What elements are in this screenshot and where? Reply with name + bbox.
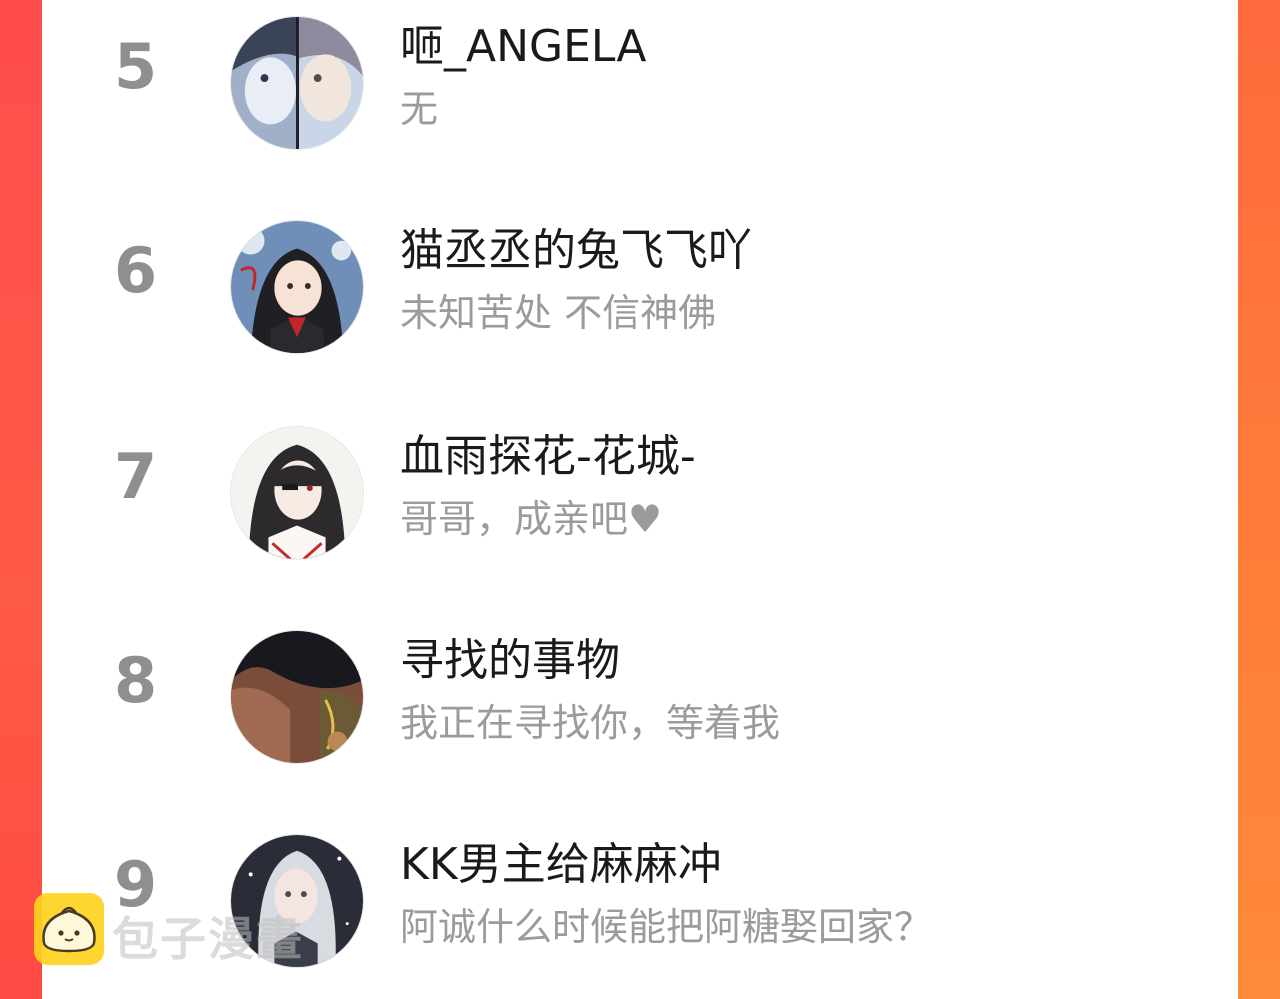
user-name[interactable]: KK男主给麻麻冲 [400, 839, 722, 891]
list-item[interactable]: 6 猫丞丞的兔飞飞吖 未知苦处 不信神佛 [42, 210, 1238, 360]
user-name[interactable]: 血雨探花-花城- [400, 431, 696, 483]
avatar[interactable] [230, 630, 364, 764]
avatar[interactable] [230, 220, 364, 354]
user-name[interactable]: 寻找的事物 [400, 635, 620, 687]
ranking-list: 5 咂_ANGELA 无 6 猫丞丞的兔飞飞吖 未知苦处 不信神佛 7 血雨探花… [42, 0, 1238, 999]
right-gradient-border [1238, 0, 1280, 999]
list-item[interactable]: 7 血雨探花-花城- 哥哥，成亲吧♥ [42, 416, 1238, 566]
rank-number: 6 [114, 234, 158, 307]
rank-number: 7 [114, 440, 158, 513]
user-signature: 无 [400, 87, 439, 131]
user-signature: 未知苦处 不信神佛 [400, 291, 717, 335]
user-signature: 我正在寻找你，等着我 [400, 701, 781, 745]
avatar[interactable] [230, 16, 364, 150]
user-name[interactable]: 咂_ANGELA [400, 21, 647, 73]
user-name[interactable]: 猫丞丞的兔飞飞吖 [400, 225, 752, 277]
watermark-text: 包子漫畫 [112, 912, 304, 966]
list-item[interactable]: 8 寻找的事物 我正在寻找你，等着我 [42, 620, 1238, 770]
rank-number: 5 [114, 30, 158, 103]
list-item[interactable]: 5 咂_ANGELA 无 [42, 6, 1238, 156]
user-signature: 哥哥，成亲吧♥ [400, 497, 663, 541]
avatar[interactable] [230, 426, 364, 560]
user-signature: 阿诚什么时候能把阿糖娶回家？ [400, 905, 933, 949]
bun-mascot-icon [34, 893, 104, 965]
left-gradient-border [0, 0, 42, 999]
rank-number: 8 [114, 644, 158, 717]
